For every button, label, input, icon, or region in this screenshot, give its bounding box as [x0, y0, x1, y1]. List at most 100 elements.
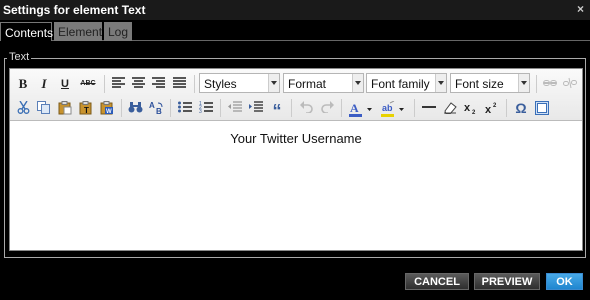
subscript-icon: x2 — [464, 102, 476, 115]
eraser-icon — [444, 102, 457, 114]
indent-button[interactable] — [247, 99, 265, 117]
align-center-button[interactable] — [129, 75, 147, 93]
styles-dropdown[interactable]: Styles — [199, 73, 280, 93]
font-size-dropdown-label: Font size — [455, 77, 504, 91]
editor-content[interactable]: Your Twitter Username — [10, 131, 582, 146]
cancel-button[interactable]: CANCEL — [405, 273, 469, 290]
tab-log[interactable]: Log — [104, 22, 132, 41]
remove-format-button[interactable] — [441, 99, 459, 117]
undo-icon — [299, 101, 313, 113]
font-size-dropdown[interactable]: Font size — [450, 73, 530, 93]
paste-button[interactable] — [56, 99, 74, 117]
toolbar-separator — [170, 99, 171, 117]
italic-button[interactable]: I — [35, 75, 53, 93]
tab-bar: Contents Element Log — [0, 20, 590, 41]
font-family-dropdown[interactable]: Font family — [366, 73, 447, 93]
background-color-button[interactable]: ab — [379, 99, 409, 117]
unlink-icon — [563, 77, 577, 89]
svg-text:x: x — [485, 104, 492, 115]
bulleted-list-icon — [178, 101, 192, 113]
toolbar-separator — [414, 99, 415, 117]
outdent-icon — [228, 101, 242, 112]
horizontal-rule-icon — [422, 106, 436, 108]
styles-dropdown-label: Styles — [204, 77, 237, 91]
dialog-title: Settings for element Text — [3, 3, 146, 17]
chevron-down-icon — [518, 74, 529, 92]
preview-button[interactable]: PREVIEW — [474, 273, 540, 290]
format-dropdown-label: Format — [288, 77, 327, 91]
copy-button[interactable] — [35, 99, 53, 117]
svg-text:T: T — [84, 106, 89, 115]
chevron-down-icon — [352, 74, 363, 92]
horizontal-rule-button[interactable] — [420, 99, 438, 117]
blockquote-button[interactable]: “ — [268, 99, 286, 121]
redo-icon — [320, 101, 334, 113]
paste-text-button[interactable]: T — [77, 99, 95, 117]
editor-toolbar: B I U ABC Styles Format Font family Font… — [10, 69, 582, 121]
chevron-down-icon — [268, 74, 279, 92]
toolbar-separator — [104, 75, 105, 93]
unlink-button[interactable] — [561, 75, 579, 93]
svg-text:A: A — [149, 101, 155, 110]
font-family-dropdown-label: Font family — [371, 77, 430, 91]
replace-icon: AB — [149, 101, 162, 115]
svg-text:3: 3 — [199, 109, 202, 113]
superscript-button[interactable]: x2 — [483, 99, 501, 117]
toolbar-separator — [341, 99, 342, 117]
dialog-titlebar: Settings for element Text × — [0, 0, 590, 20]
numbered-list-icon: 123 — [199, 101, 213, 113]
highlight-color-icon: ab — [381, 101, 404, 117]
svg-text:ab: ab — [382, 103, 393, 113]
align-right-icon — [151, 77, 165, 88]
text-color-button[interactable]: A — [347, 99, 377, 117]
outdent-button[interactable] — [226, 99, 244, 117]
link-icon — [543, 80, 557, 86]
underline-button[interactable]: U — [56, 75, 74, 93]
cut-button[interactable] — [14, 99, 32, 117]
binoculars-icon — [128, 102, 142, 113]
align-justify-button[interactable] — [170, 75, 188, 93]
paste-word-button[interactable]: W — [98, 99, 116, 117]
toolbar-separator — [121, 99, 122, 117]
format-dropdown[interactable]: Format — [283, 73, 364, 93]
align-left-button[interactable] — [109, 75, 127, 93]
tab-contents[interactable]: Contents — [0, 22, 53, 41]
toolbar-separator — [220, 99, 221, 117]
strikethrough-button[interactable]: ABC — [78, 75, 98, 93]
link-button[interactable] — [541, 75, 559, 93]
svg-text:2: 2 — [493, 103, 497, 109]
paste-text-icon: T — [79, 101, 92, 115]
chevron-down-icon — [435, 74, 446, 92]
paste-word-icon: W — [100, 101, 113, 115]
svg-text:B: B — [156, 107, 162, 115]
numbered-list-button[interactable]: 123 — [197, 99, 215, 117]
bulleted-list-button[interactable] — [176, 99, 194, 117]
close-icon[interactable]: × — [577, 2, 584, 16]
bold-button[interactable]: B — [14, 75, 32, 93]
svg-text:W: W — [106, 109, 112, 115]
ok-button[interactable]: OK — [546, 273, 583, 290]
tab-element[interactable]: Element — [54, 22, 102, 41]
special-char-button[interactable]: Ω — [512, 99, 530, 117]
fieldset-legend: Text — [7, 51, 32, 63]
align-justify-icon — [172, 77, 186, 88]
replace-button[interactable]: AB — [147, 99, 165, 117]
svg-text:A: A — [350, 101, 359, 115]
find-button[interactable] — [126, 99, 144, 117]
svg-text:2: 2 — [472, 110, 476, 115]
redo-button[interactable] — [318, 99, 336, 117]
toolbar-separator — [291, 99, 292, 117]
subscript-button[interactable]: x2 — [462, 99, 480, 117]
undo-button[interactable] — [297, 99, 315, 117]
toolbar-separator — [506, 99, 507, 117]
source-button[interactable] — [533, 99, 551, 117]
svg-text:x: x — [464, 102, 471, 114]
indent-icon — [249, 101, 263, 112]
text-color-icon: A — [349, 101, 372, 117]
clipboard-icon — [58, 101, 72, 115]
scissors-icon — [17, 101, 29, 114]
align-left-icon — [111, 77, 125, 88]
rich-text-editor[interactable]: B I U ABC Styles Format Font family Font… — [9, 68, 583, 251]
align-right-button[interactable] — [149, 75, 167, 93]
source-icon — [535, 101, 549, 115]
